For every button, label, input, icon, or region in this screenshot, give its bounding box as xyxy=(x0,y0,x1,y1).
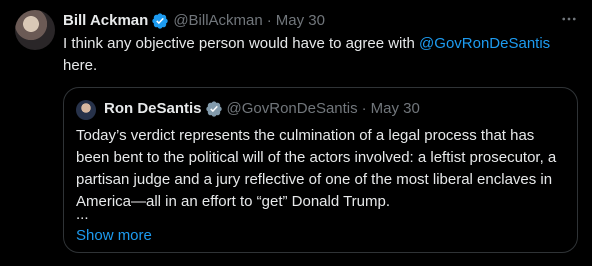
quote-separator-dot: · xyxy=(361,100,367,117)
more-horizontal-icon xyxy=(562,17,576,21)
quote-author-name[interactable]: Ron DeSantis xyxy=(104,99,202,119)
mention-link[interactable]: @GovRonDeSantis xyxy=(419,35,550,52)
tweet-date[interactable]: May 30 xyxy=(276,11,325,31)
tweet-header: Bill Ackman @BillAckman · May 30 xyxy=(63,11,325,31)
quote-author-handle[interactable]: @GovRonDeSantis xyxy=(227,99,358,119)
quote-text: Today’s verdict represents the culminati… xyxy=(76,127,557,210)
verified-badge-icon xyxy=(152,13,168,29)
more-options-button[interactable] xyxy=(555,8,583,30)
tweet-text-before: I think any objective person would have … xyxy=(63,35,420,52)
author-name[interactable]: Bill Ackman xyxy=(63,11,148,31)
tweet-card[interactable]: Bill Ackman @BillAckman · May 30 I think… xyxy=(0,0,592,266)
show-more-link[interactable]: Show more xyxy=(76,225,152,247)
government-badge-icon xyxy=(205,101,222,117)
author-avatar[interactable] xyxy=(15,10,55,50)
quote-ellipsis: ... xyxy=(76,206,89,223)
separator-dot: · xyxy=(266,12,272,29)
quote-header: Ron DeSantis @GovRonDeSantis · May 30 xyxy=(104,99,420,119)
author-handle[interactable]: @BillAckman xyxy=(173,11,262,31)
quoted-tweet[interactable]: Ron DeSantis @GovRonDeSantis · May 30 To… xyxy=(63,87,578,253)
quote-author-avatar[interactable] xyxy=(76,100,96,120)
quote-date[interactable]: May 30 xyxy=(371,99,420,119)
tweet-text-after: here. xyxy=(63,57,98,74)
tweet-text: I think any objective person would have … xyxy=(63,33,578,77)
